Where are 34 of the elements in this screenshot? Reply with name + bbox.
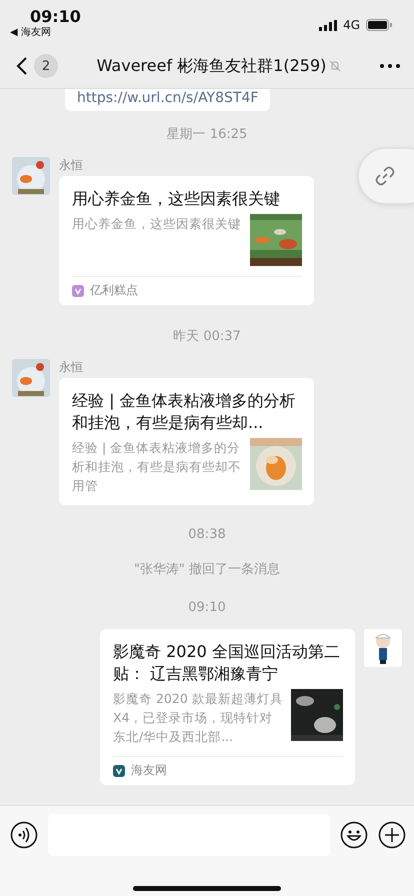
back-to-app-link[interactable]: ◀ 海友网 — [10, 26, 81, 40]
timestamp: 09:10 — [188, 600, 226, 615]
back-icon[interactable] — [16, 56, 28, 76]
emoji-icon[interactable] — [340, 821, 368, 849]
link-button[interactable] — [358, 148, 414, 204]
article-card[interactable]: 经验 | 金鱼体表粘液增多的分析和挂泡，有些是病有些却... 经验 | 金鱼体表粘液增多的分析和挂泡，有些是病有些却不用管 — [59, 378, 314, 505]
system-notice: "张华涛" 撤回了一条消息 — [134, 561, 280, 578]
article-summary: 用心养金鱼，这些因素很关键 — [72, 215, 242, 233]
article-summary: 影魔奇 2020 款最新超薄灯具 X4，已登录市场，现特针对东北/华中及西北部... — [113, 690, 283, 746]
article-card[interactable]: 用心养金鱼，这些因素很关键 用心养金鱼，这些因素很关键 亿利糕点 — [59, 176, 314, 305]
network-type: 4G — [343, 18, 360, 32]
source-name: 海友网 — [131, 762, 167, 779]
voice-icon[interactable] — [10, 821, 38, 849]
timestamp: 昨天 00:37 — [173, 328, 241, 345]
article-title: 经验 | 金鱼体表粘液增多的分析和挂泡，有些是病有些却... — [72, 390, 297, 434]
timestamp: 星期一 16:25 — [166, 126, 248, 143]
article-title: 用心养金鱼，这些因素很关键 — [72, 188, 281, 210]
source-name: 亿利糕点 — [90, 282, 138, 299]
article-title: 影魔奇 2020 全国巡回活动第二贴： 辽吉黑鄂湘豫青宁 — [113, 641, 341, 685]
link-icon — [375, 166, 395, 186]
chat-title: Wavereef 彬海鱼友社群1(259) — [96, 56, 326, 76]
add-icon[interactable] — [378, 821, 406, 849]
sender-name: 永恒 — [59, 359, 84, 376]
battery-icon — [366, 19, 392, 31]
signal-icon — [319, 20, 338, 30]
more-icon[interactable] — [380, 64, 400, 68]
article-summary: 经验 | 金鱼体表粘液增多的分析和挂泡，有些是病有些却不用管 — [72, 439, 242, 495]
timestamp: 08:38 — [188, 527, 226, 542]
sender-name: 永恒 — [59, 157, 84, 174]
message-text: https://w.url.cn/s/AY8ST4F — [77, 90, 258, 106]
link-message[interactable]: https://w.url.cn/s/AY8ST4F — [65, 89, 270, 111]
article-card[interactable]: 影魔奇 2020 全国巡回活动第二贴： 辽吉黑鄂湘豫青宁 影魔奇 2020 款最新超薄灯具 X4，已登录市场，现特针对东北/华中及西北部... 海友网 — [100, 629, 355, 785]
status-time: 09:10 — [30, 8, 81, 26]
unread-count: 2 — [34, 54, 58, 78]
